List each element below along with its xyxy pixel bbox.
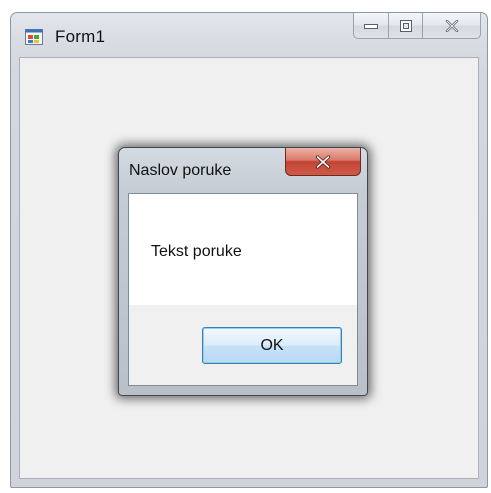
close-button[interactable] [423, 13, 481, 39]
message-box-body: Tekst poruke OK [128, 193, 358, 386]
ok-button[interactable]: OK [202, 327, 342, 364]
minimize-button[interactable] [353, 13, 389, 39]
close-icon [445, 19, 458, 32]
message-box: Naslov poruke Tekst poruke OK [118, 147, 368, 396]
maximize-button[interactable] [389, 13, 423, 39]
message-box-title: Naslov poruke [129, 162, 232, 179]
windows-form-icon [25, 29, 43, 45]
form-titlebar[interactable]: Form1 [11, 13, 487, 57]
message-text: Tekst poruke [151, 243, 242, 260]
message-box-close-button[interactable] [285, 148, 361, 176]
minimize-icon [364, 23, 378, 29]
close-icon [315, 155, 331, 168]
message-box-content: Tekst poruke [129, 194, 357, 305]
form-title: Form1 [55, 27, 106, 46]
caption-buttons [353, 13, 481, 39]
maximize-icon [399, 19, 412, 32]
